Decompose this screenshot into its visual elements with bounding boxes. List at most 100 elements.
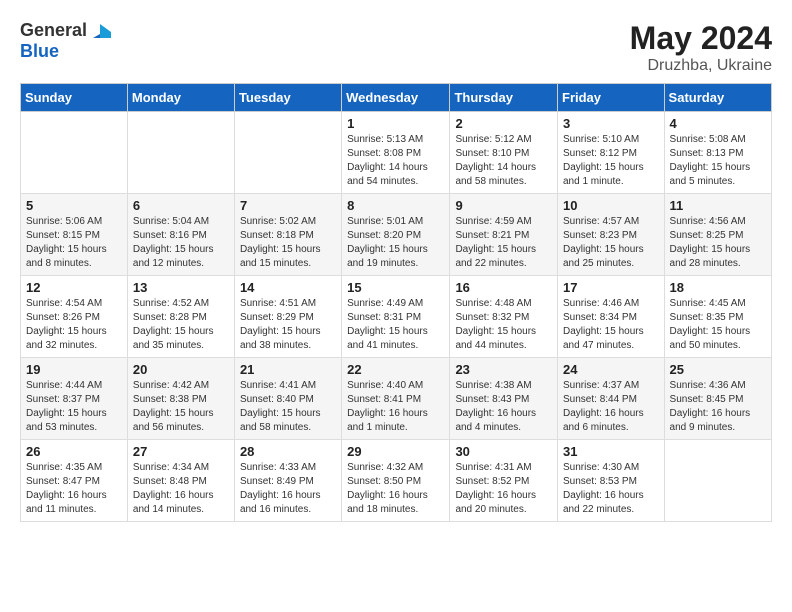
calendar-cell: 7 Sunrise: 5:02 AM Sunset: 8:18 PM Daylig… [234, 194, 341, 276]
calendar-cell [664, 440, 771, 522]
day-info: Sunrise: 5:02 AM Sunset: 8:18 PM Dayligh… [240, 215, 336, 271]
location-subtitle: Druzhba, Ukraine [630, 57, 772, 75]
calendar-cell: 20 Sunrise: 4:42 AM Sunset: 8:38 PM Dayli… [127, 358, 234, 440]
calendar-cell: 1Sunrise: 5:13 AM Sunset: 8:08 PM Daylig… [342, 112, 450, 194]
day-info: Sunrise: 5:10 AM Sunset: 8:12 PM Dayligh… [563, 133, 659, 189]
calendar-cell: 6 Sunrise: 5:04 AM Sunset: 8:16 PM Daylig… [127, 194, 234, 276]
weekday-header-cell: Sunday [21, 84, 128, 112]
day-number: 22 [347, 362, 444, 377]
day-number: 1 [347, 116, 444, 131]
day-info: Sunrise: 5:01 AM Sunset: 8:20 PM Dayligh… [347, 215, 444, 271]
day-number: 5 [26, 198, 122, 213]
calendar-cell: 14 Sunrise: 4:51 AM Sunset: 8:29 PM Dayli… [234, 276, 341, 358]
calendar-cell: 17Sunrise: 4:46 AM Sunset: 8:34 PM Dayli… [558, 276, 665, 358]
calendar-cell: 25 Sunrise: 4:36 AM Sunset: 8:45 PM Dayli… [664, 358, 771, 440]
day-number: 27 [133, 444, 229, 459]
calendar-cell [127, 112, 234, 194]
day-number: 21 [240, 362, 336, 377]
day-info: Sunrise: 4:49 AM Sunset: 8:31 PM Dayligh… [347, 297, 444, 353]
calendar-cell: 24Sunrise: 4:37 AM Sunset: 8:44 PM Dayli… [558, 358, 665, 440]
day-info: Sunrise: 5:08 AM Sunset: 8:13 PM Dayligh… [670, 133, 766, 189]
day-number: 2 [455, 116, 552, 131]
page-header: General Blue May 2024 Druzhba, Ukraine [10, 10, 782, 83]
day-info: Sunrise: 4:32 AM Sunset: 8:50 PM Dayligh… [347, 461, 444, 517]
day-info: Sunrise: 4:56 AM Sunset: 8:25 PM Dayligh… [670, 215, 766, 271]
day-info: Sunrise: 4:52 AM Sunset: 8:28 PM Dayligh… [133, 297, 229, 353]
calendar-cell: 21 Sunrise: 4:41 AM Sunset: 8:40 PM Dayli… [234, 358, 341, 440]
day-info: Sunrise: 4:31 AM Sunset: 8:52 PM Dayligh… [455, 461, 552, 517]
weekday-header-row: SundayMondayTuesdayWednesdayThursdayFrid… [21, 84, 772, 112]
calendar-week-row: 19 Sunrise: 4:44 AM Sunset: 8:37 PM Dayli… [21, 358, 772, 440]
calendar-cell: 16Sunrise: 4:48 AM Sunset: 8:32 PM Dayli… [450, 276, 558, 358]
day-number: 9 [455, 198, 552, 213]
calendar-week-row: 5Sunrise: 5:06 AM Sunset: 8:15 PM Daylig… [21, 194, 772, 276]
calendar-cell: 4 Sunrise: 5:08 AM Sunset: 8:13 PM Daylig… [664, 112, 771, 194]
title-block: May 2024 Druzhba, Ukraine [630, 20, 772, 75]
day-number: 12 [26, 280, 122, 295]
day-number: 23 [455, 362, 552, 377]
day-number: 15 [347, 280, 444, 295]
calendar-week-row: 26Sunrise: 4:35 AM Sunset: 8:47 PM Dayli… [21, 440, 772, 522]
day-info: Sunrise: 5:12 AM Sunset: 8:10 PM Dayligh… [455, 133, 552, 189]
day-number: 20 [133, 362, 229, 377]
day-info: Sunrise: 4:35 AM Sunset: 8:47 PM Dayligh… [26, 461, 122, 517]
day-info: Sunrise: 4:51 AM Sunset: 8:29 PM Dayligh… [240, 297, 336, 353]
day-number: 31 [563, 444, 659, 459]
calendar-cell: 5Sunrise: 5:06 AM Sunset: 8:15 PM Daylig… [21, 194, 128, 276]
calendar-cell: 23 Sunrise: 4:38 AM Sunset: 8:43 PM Dayli… [450, 358, 558, 440]
day-info: Sunrise: 4:57 AM Sunset: 8:23 PM Dayligh… [563, 215, 659, 271]
day-info: Sunrise: 5:04 AM Sunset: 8:16 PM Dayligh… [133, 215, 229, 271]
weekday-header-cell: Friday [558, 84, 665, 112]
calendar-cell: 15 Sunrise: 4:49 AM Sunset: 8:31 PM Dayli… [342, 276, 450, 358]
logo: General Blue [20, 20, 111, 62]
calendar-cell: 28 Sunrise: 4:33 AM Sunset: 8:49 PM Dayli… [234, 440, 341, 522]
calendar-cell: 12Sunrise: 4:54 AM Sunset: 8:26 PM Dayli… [21, 276, 128, 358]
day-info: Sunrise: 4:59 AM Sunset: 8:21 PM Dayligh… [455, 215, 552, 271]
day-info: Sunrise: 4:41 AM Sunset: 8:40 PM Dayligh… [240, 379, 336, 435]
calendar-cell: 22Sunrise: 4:40 AM Sunset: 8:41 PM Dayli… [342, 358, 450, 440]
day-number: 4 [670, 116, 766, 131]
calendar-week-row: 1Sunrise: 5:13 AM Sunset: 8:08 PM Daylig… [21, 112, 772, 194]
calendar-week-row: 12Sunrise: 4:54 AM Sunset: 8:26 PM Dayli… [21, 276, 772, 358]
weekday-header-cell: Saturday [664, 84, 771, 112]
logo-general-text: General [20, 21, 87, 41]
calendar-cell: 10Sunrise: 4:57 AM Sunset: 8:23 PM Dayli… [558, 194, 665, 276]
calendar-cell: 9 Sunrise: 4:59 AM Sunset: 8:21 PM Daylig… [450, 194, 558, 276]
day-number: 28 [240, 444, 336, 459]
day-number: 7 [240, 198, 336, 213]
weekday-header-cell: Thursday [450, 84, 558, 112]
logo-blue-text: Blue [20, 42, 111, 62]
calendar-cell: 29 Sunrise: 4:32 AM Sunset: 8:50 PM Dayli… [342, 440, 450, 522]
day-info: Sunrise: 4:42 AM Sunset: 8:38 PM Dayligh… [133, 379, 229, 435]
day-info: Sunrise: 4:44 AM Sunset: 8:37 PM Dayligh… [26, 379, 122, 435]
calendar-cell: 13 Sunrise: 4:52 AM Sunset: 8:28 PM Dayli… [127, 276, 234, 358]
day-info: Sunrise: 4:30 AM Sunset: 8:53 PM Dayligh… [563, 461, 659, 517]
day-info: Sunrise: 4:34 AM Sunset: 8:48 PM Dayligh… [133, 461, 229, 517]
day-number: 29 [347, 444, 444, 459]
day-number: 11 [670, 198, 766, 213]
calendar-cell: 2 Sunrise: 5:12 AM Sunset: 8:10 PM Daylig… [450, 112, 558, 194]
calendar-cell: 3Sunrise: 5:10 AM Sunset: 8:12 PM Daylig… [558, 112, 665, 194]
day-number: 13 [133, 280, 229, 295]
month-year-title: May 2024 [630, 20, 772, 57]
day-info: Sunrise: 4:46 AM Sunset: 8:34 PM Dayligh… [563, 297, 659, 353]
day-number: 24 [563, 362, 659, 377]
day-info: Sunrise: 4:33 AM Sunset: 8:49 PM Dayligh… [240, 461, 336, 517]
calendar-table: SundayMondayTuesdayWednesdayThursdayFrid… [20, 83, 772, 522]
day-info: Sunrise: 4:38 AM Sunset: 8:43 PM Dayligh… [455, 379, 552, 435]
day-info: Sunrise: 4:36 AM Sunset: 8:45 PM Dayligh… [670, 379, 766, 435]
day-number: 25 [670, 362, 766, 377]
calendar-cell: 27 Sunrise: 4:34 AM Sunset: 8:48 PM Dayli… [127, 440, 234, 522]
calendar-cell: 30 Sunrise: 4:31 AM Sunset: 8:52 PM Dayli… [450, 440, 558, 522]
day-number: 6 [133, 198, 229, 213]
calendar-cell: 26Sunrise: 4:35 AM Sunset: 8:47 PM Dayli… [21, 440, 128, 522]
day-number: 14 [240, 280, 336, 295]
calendar-body: 1Sunrise: 5:13 AM Sunset: 8:08 PM Daylig… [21, 112, 772, 522]
day-number: 18 [670, 280, 766, 295]
day-number: 8 [347, 198, 444, 213]
day-info: Sunrise: 4:45 AM Sunset: 8:35 PM Dayligh… [670, 297, 766, 353]
weekday-header-cell: Wednesday [342, 84, 450, 112]
logo-icon [89, 20, 111, 42]
day-number: 30 [455, 444, 552, 459]
day-number: 19 [26, 362, 122, 377]
